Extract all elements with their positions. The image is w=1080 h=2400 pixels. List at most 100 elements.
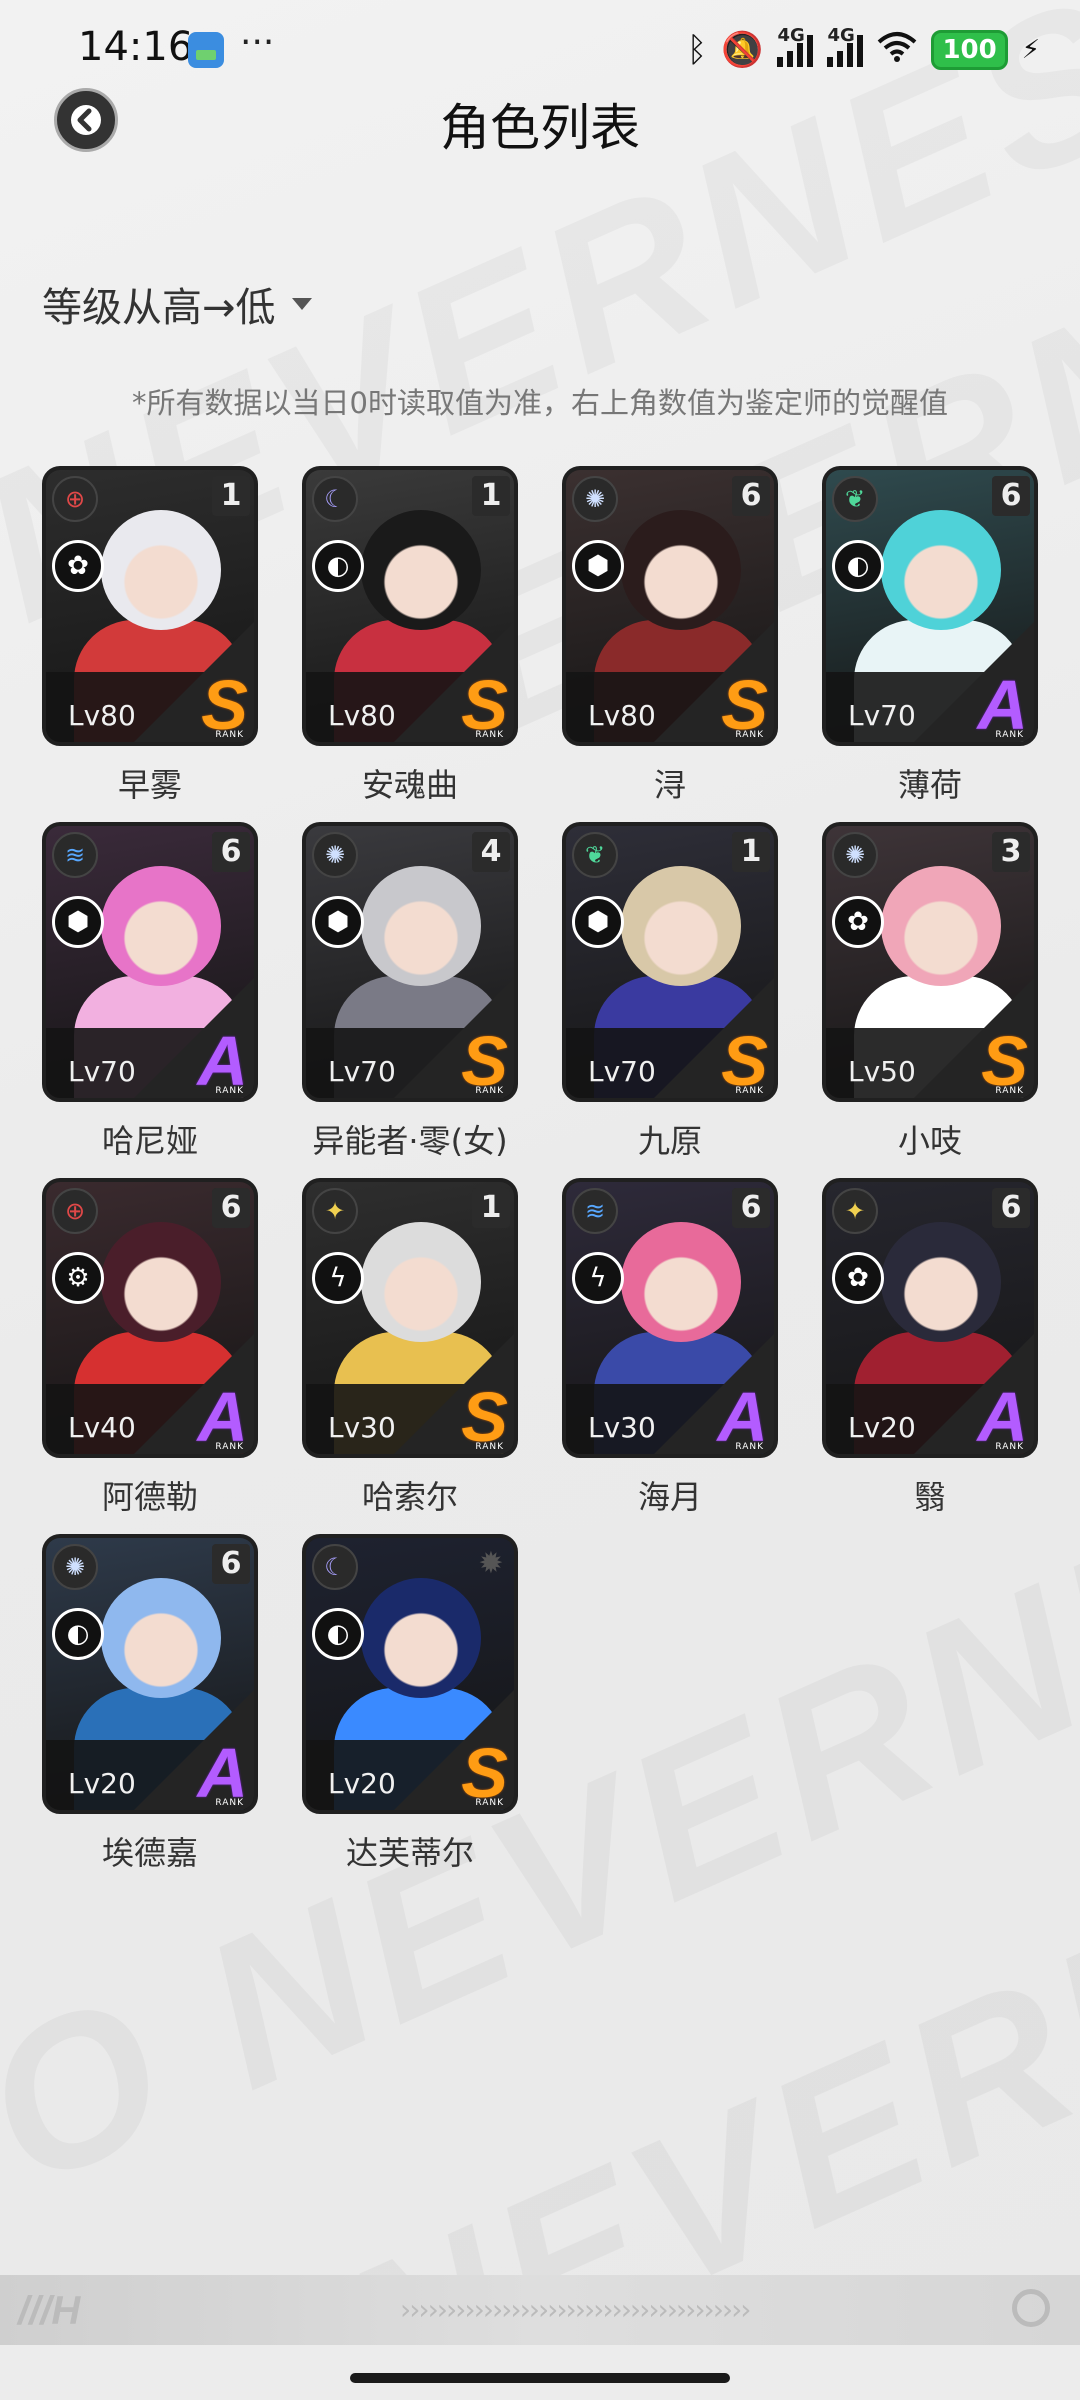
character-level: Lv70	[848, 699, 916, 732]
awaken-value: 4	[472, 832, 510, 872]
rank-caption: RANK	[475, 1086, 504, 1096]
awaken-value: 6	[212, 832, 250, 872]
data-note: *所有数据以当日0时读取值为准，右上角数值为鉴定师的觉醒值	[132, 386, 948, 420]
character-card[interactable]: ✦ ✿ 6 Lv20 A RANK 翳	[822, 1178, 1038, 1518]
crescent-icon: ◐	[52, 1608, 104, 1660]
signal-icon-2: 4G	[827, 25, 864, 67]
character-name: 小吱	[897, 1122, 962, 1160]
character-level: Lv70	[328, 1055, 396, 1088]
character-card[interactable]: ✺ ◐ 6 Lv20 A RANK 埃德嘉	[42, 1534, 258, 1874]
awaken-value: 6	[992, 476, 1030, 516]
character-portrait-card[interactable]: ✺ ✿ 3 Lv50 S RANK	[822, 822, 1038, 1102]
cube-icon: ⬢	[572, 896, 624, 948]
character-level: Lv30	[328, 1411, 396, 1444]
caret-down-icon	[291, 298, 312, 310]
character-card[interactable]: ✺ ⬢ 4 Lv70 S RANK 异能者·零(女)	[302, 822, 518, 1162]
character-card[interactable]: ✦ ϟ 1 Lv30 S RANK 哈索尔	[302, 1178, 518, 1518]
character-level: Lv30	[588, 1411, 656, 1444]
swirl-icon: ✿	[832, 1252, 884, 1304]
character-card[interactable]: ✺ ✿ 3 Lv50 S RANK 小吱	[822, 822, 1038, 1162]
cube-icon: ⬢	[52, 896, 104, 948]
character-level: Lv40	[68, 1411, 136, 1444]
sun-icon: ✺	[52, 1544, 98, 1590]
awaken-value: 6	[992, 1188, 1030, 1228]
character-portrait-card[interactable]: ✦ ✿ 6 Lv20 A RANK	[822, 1178, 1038, 1458]
home-indicator[interactable]	[350, 2373, 730, 2383]
mute-icon: 🔕	[721, 30, 764, 70]
crescent-icon: ◐	[312, 1608, 364, 1660]
character-card[interactable]: ❦ ◐ 6 Lv70 A RANK 薄荷	[822, 466, 1038, 806]
character-name: 哈索尔	[361, 1478, 458, 1516]
character-level: Lv80	[588, 699, 656, 732]
rank-caption: RANK	[475, 730, 504, 740]
chevron-pattern: ››››››››››››››››››››››››››››››››››››››	[400, 2293, 751, 2326]
character-card[interactable]: ⊕ ✿ 1 Lv80 S RANK 早雾	[42, 466, 258, 806]
moon-icon: ☾	[312, 476, 358, 522]
awaken-value: 6	[732, 1188, 770, 1228]
character-card[interactable]: ☾ ◐ 1 Lv80 S RANK 安魂曲	[302, 466, 518, 806]
character-card[interactable]: ⊕ ⚙ 6 Lv40 A RANK 阿德勒	[42, 1178, 258, 1518]
character-portrait-card[interactable]: ✦ ϟ 1 Lv30 S RANK	[302, 1178, 518, 1458]
wave-icon: ≋	[52, 832, 98, 878]
character-name: 异能者·零(女)	[312, 1122, 508, 1160]
awaken-value: 6	[212, 1544, 250, 1584]
leaf-icon: ❦	[572, 832, 618, 878]
character-portrait-card[interactable]: ⊕ ✿ 1 Lv80 S RANK	[42, 466, 258, 746]
top-nav: 角色列表	[0, 80, 1080, 190]
star-icon: ✦	[832, 1188, 878, 1234]
character-name: 早雾	[117, 766, 182, 804]
character-portrait-card[interactable]: ❦ ⬢ 1 Lv70 S RANK	[562, 822, 778, 1102]
character-portrait-card[interactable]: ✺ ⬢ 6 Lv80 S RANK	[562, 466, 778, 746]
character-portrait-card[interactable]: ✺ ⬢ 4 Lv70 S RANK	[302, 822, 518, 1102]
character-portrait-card[interactable]: ≋ ϟ 6 Lv30 A RANK	[562, 1178, 778, 1458]
status-indicators: ᛒ 🔕 4G 4G 100 ⚡	[686, 25, 1040, 72]
character-portrait-card[interactable]: ☾ ◐ ✹ Lv20 S RANK	[302, 1534, 518, 1814]
wave-icon: ≋	[572, 1188, 618, 1234]
character-portrait-card[interactable]: ☾ ◐ 1 Lv80 S RANK	[302, 466, 518, 746]
character-level: Lv80	[68, 699, 136, 732]
character-name: 薄荷	[897, 766, 962, 804]
lightning-icon: ϟ	[572, 1252, 624, 1304]
rank-caption: RANK	[995, 1086, 1024, 1096]
awaken-value: 1	[472, 1188, 510, 1228]
character-level: Lv80	[328, 699, 396, 732]
character-name: 哈尼娅	[101, 1122, 198, 1160]
signal-icon-1: 4G	[777, 25, 814, 67]
rank-caption: RANK	[215, 730, 244, 740]
crescent-icon: ◐	[832, 540, 884, 592]
character-card[interactable]: ≋ ϟ 6 Lv30 A RANK 海月	[562, 1178, 778, 1518]
sort-dropdown[interactable]: 等级从高→低	[42, 275, 312, 333]
character-card[interactable]: ≋ ⬢ 6 Lv70 A RANK 哈尼娅	[42, 822, 258, 1162]
gear-icon: ⚙	[52, 1252, 104, 1304]
cube-icon: ⬢	[312, 896, 364, 948]
status-time: 14:16	[78, 24, 194, 70]
rank-caption: RANK	[735, 1086, 764, 1096]
crosshair-icon: ⊕	[52, 476, 98, 522]
rank-caption: RANK	[215, 1442, 244, 1452]
character-level: Lv50	[848, 1055, 916, 1088]
character-portrait-card[interactable]: ❦ ◐ 6 Lv70 A RANK	[822, 466, 1038, 746]
footer-banner: ///H ›››››››››››››››››››››››››››››››››››…	[0, 2275, 1080, 2345]
rank-caption: RANK	[735, 1442, 764, 1452]
battery-indicator: 100	[931, 30, 1008, 70]
rank-caption: RANK	[735, 730, 764, 740]
character-card[interactable]: ☾ ◐ ✹ Lv20 S RANK 达芙蒂尔	[302, 1534, 518, 1874]
leaf-icon: ❦	[832, 476, 878, 522]
lightning-icon: ϟ	[312, 1252, 364, 1304]
rank-caption: RANK	[475, 1798, 504, 1808]
character-portrait-card[interactable]: ✺ ◐ 6 Lv20 A RANK	[42, 1534, 258, 1814]
character-portrait-card[interactable]: ⊕ ⚙ 6 Lv40 A RANK	[42, 1178, 258, 1458]
more-notifications-icon: ···	[240, 22, 275, 63]
awaken-value: 1	[212, 476, 250, 516]
character-card[interactable]: ❦ ⬢ 1 Lv70 S RANK 九原	[562, 822, 778, 1162]
cube-icon: ⬢	[572, 540, 624, 592]
character-name: 阿德勒	[101, 1478, 198, 1516]
sun-icon: ✺	[832, 832, 878, 878]
character-name: 九原	[637, 1122, 702, 1160]
sort-label: 等级从高→低	[42, 285, 276, 331]
bluetooth-icon: ᛒ	[686, 30, 708, 70]
sun-icon: ✺	[312, 832, 358, 878]
awaken-value: 3	[992, 832, 1030, 872]
character-portrait-card[interactable]: ≋ ⬢ 6 Lv70 A RANK	[42, 822, 258, 1102]
character-card[interactable]: ✺ ⬢ 6 Lv80 S RANK 浔	[562, 466, 778, 806]
